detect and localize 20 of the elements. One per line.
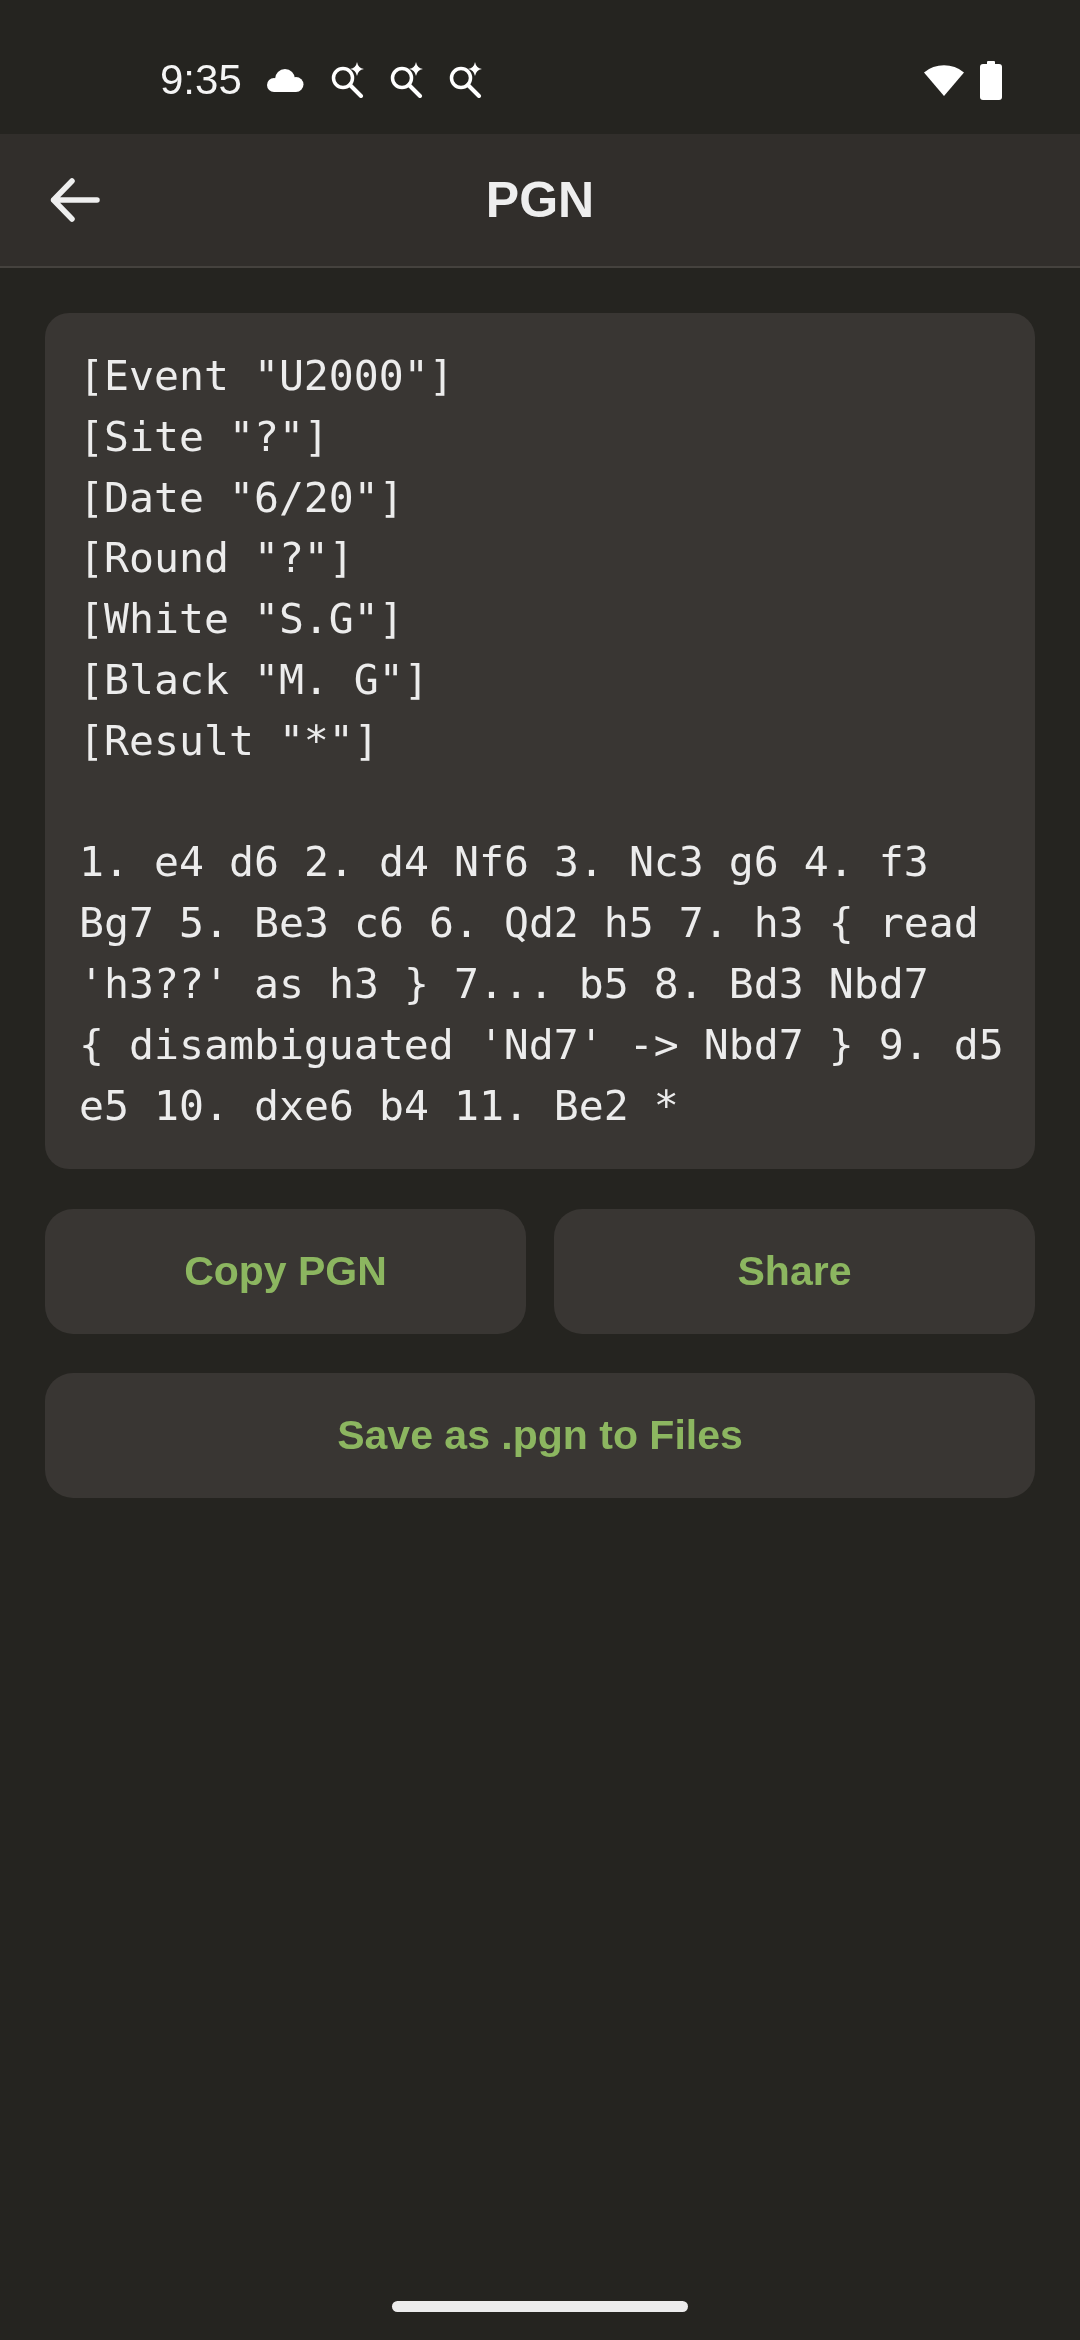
pgn-tag-line: [Round "?"] bbox=[79, 532, 354, 585]
status-time: 9:35 bbox=[160, 59, 242, 101]
battery-icon bbox=[980, 60, 1002, 100]
pgn-tag-line: [White "S.G"] bbox=[79, 593, 404, 646]
pgn-tag-line: [Event "U2000"] bbox=[79, 350, 454, 402]
pgn-tag-line: [Date "6/20"] bbox=[79, 471, 404, 524]
wifi-icon bbox=[923, 63, 965, 97]
search-sparkle-icon bbox=[329, 62, 366, 98]
pgn-tag-line: [Black "M. G"] bbox=[79, 654, 429, 706]
action-button[interactable]: Save as .pgn to Files bbox=[45, 1373, 1035, 1499]
back-icon[interactable] bbox=[49, 177, 101, 223]
pgn-tag-line: [Site "?"] bbox=[79, 410, 329, 463]
cloud-icon bbox=[265, 68, 304, 92]
search-sparkle-icon bbox=[447, 62, 484, 98]
screen-title: PGN bbox=[485, 171, 595, 230]
action-button[interactable]: Share bbox=[554, 1209, 1035, 1335]
action-button[interactable]: Copy PGN bbox=[45, 1209, 526, 1335]
pgn-tag-line: [Result "*"] bbox=[79, 714, 379, 767]
search-sparkle-icon bbox=[388, 62, 425, 98]
pgn-movetext: 1. e4 d6 2. d4 Nf6 3. Nc3 g6 4. f3 Bg7 5. Be3 c6 6. Qd2 h5 7. h3 { read 'h3??' as h3 } 7... b5 8. Bd3 Nbd7 { disambiguated 'Nd7' -> Nbd7 } 9. d5 e5 10. dxe6 b4 11. Be2 * bbox=[79, 836, 1005, 1132]
